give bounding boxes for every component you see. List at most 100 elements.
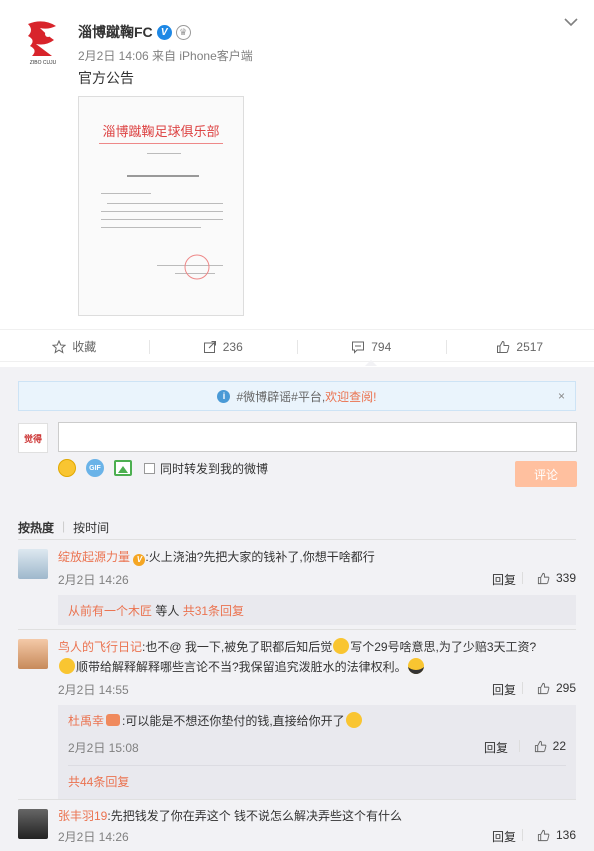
favorite-button[interactable]: 收藏 [0, 332, 149, 361]
tab-sort-time[interactable]: 按时间 [73, 519, 109, 536]
doc-text-line [127, 175, 199, 177]
comment-footer: 2月2日 14:26 回复 339 [58, 571, 576, 591]
comment-text: :先把钱发了你在弄这个 钱不说怎么解决弄些这个有什么 [107, 809, 403, 823]
comment-like-button[interactable]: 295 [521, 681, 576, 695]
comment-like-button[interactable]: 136 [521, 828, 576, 842]
doc-text-line [101, 227, 201, 228]
comment-like-count: 136 [555, 828, 576, 842]
comment-count: 794 [371, 339, 392, 354]
comment-body: 张丰羽19:先把钱发了你在弄这个 钱不说怎么解决弄些这个有什么 [58, 806, 576, 826]
commenter-name[interactable]: 张丰羽19 [58, 809, 107, 823]
author-name[interactable]: 淄博蹴鞠FC [78, 22, 153, 42]
commenter-avatar[interactable] [18, 809, 48, 839]
comment-text: 写个29号啥意思,为了少赔3天工资? [350, 640, 537, 654]
weibo-post: ZIBO CUJU 淄博蹴鞠FC V ♛ 2月2日 14:06 来自 iPhon… [0, 0, 594, 330]
composer-tools: GIF 同时转发到我的微博 [58, 459, 268, 477]
comment-input[interactable] [58, 422, 577, 452]
commenter-avatar[interactable] [18, 639, 48, 669]
comment-footer: 2月2日 14:55 回复 295 [58, 681, 576, 701]
thumbs-up-icon [497, 340, 510, 353]
comment-text: :火上浇油?先把大家的钱补了,你想干啥都行 [145, 550, 375, 564]
favorite-label: 收藏 [72, 340, 97, 354]
cool-emoji-icon [407, 658, 424, 674]
comment-like-count: 339 [555, 571, 576, 585]
notice-link[interactable]: 欢迎查阅! [325, 388, 376, 405]
post-action-bar: 收藏 236 794 2517 [0, 332, 594, 366]
reply-button[interactable]: 回复 [492, 828, 516, 845]
comment-like-count: 295 [555, 681, 576, 695]
comment-button[interactable]: 794 [297, 332, 446, 366]
comment-like-button[interactable]: 339 [521, 571, 576, 585]
sub-replies-box: 杜禹幸 :可以能是不想还你垫付的钱,直接给你开了 2月2日 15:08 回复 22… [58, 705, 576, 799]
checkbox-box[interactable] [144, 462, 155, 474]
image-icon[interactable] [114, 460, 132, 476]
sub-reply-user[interactable]: 从前有一个木匠 [68, 604, 152, 618]
repost-count: 236 [222, 339, 243, 354]
comment-panel: i #微博辟谣#平台, 欢迎查阅! × 觉得 GIF 同时转发到我的微博 评论 按… [0, 367, 594, 851]
verified-icon: V [156, 24, 172, 40]
repost-icon [203, 340, 216, 353]
shy-emoji-icon [59, 658, 75, 674]
like-button[interactable]: 2517 [445, 332, 594, 361]
sub-reply-user[interactable]: 杜禹幸 [68, 714, 104, 728]
thumbs-up-icon [537, 572, 550, 584]
comment-item: 张丰羽19:先把钱发了你在弄这个 钱不说怎么解决弄些这个有什么 2月2日 14:… [0, 803, 594, 851]
post-meta: 2月2日 14:06 来自 iPhone客户端 [78, 49, 253, 63]
gif-icon[interactable]: GIF [86, 459, 104, 477]
comment-text: :也不@ 我一下,被免了职都后知后觉 [142, 640, 333, 654]
sub-reply-text: :可以能是不想还你垫付的钱,直接给你开了 [122, 714, 345, 728]
sub-replies-summary[interactable]: 从前有一个木匠 等人 共31条回复 [58, 595, 576, 625]
thumbs-up-icon [534, 740, 546, 752]
sort-tabs: 按热度 | 按时间 [18, 519, 109, 536]
sub-reply-footer: 2月2日 15:08 回复 22 [68, 739, 566, 759]
sub-reply-like-button[interactable]: 22 [518, 739, 566, 753]
divider [68, 765, 566, 766]
post-image[interactable]: 淄博蹴鞠足球俱乐部 [78, 96, 244, 316]
star-icon [52, 339, 67, 354]
thumbs-up-icon [537, 829, 550, 841]
commenter-name[interactable]: 绽放起源力量 [58, 550, 130, 564]
reply-button[interactable]: 回复 [484, 739, 508, 756]
comment-body: 鸟人的飞行日记:也不@ 我一下,被免了职都后知后觉 写个29号啥意思,为了少赔3天… [58, 637, 576, 677]
comment-item: 鸟人的飞行日记:也不@ 我一下,被免了职都后知后觉 写个29号啥意思,为了少赔3天… [0, 633, 594, 801]
current-user-avatar[interactable]: 觉得 [18, 423, 48, 453]
reply-button[interactable]: 回复 [492, 681, 516, 698]
repost-button[interactable]: 236 [148, 332, 298, 361]
emoji-icon[interactable] [58, 459, 76, 477]
sync-repost-checkbox[interactable]: 同时转发到我的微博 [144, 460, 268, 477]
sort-divider: | [62, 519, 66, 533]
rumor-notice[interactable]: i #微博辟谣#平台, 欢迎查阅! × [18, 381, 576, 411]
comment-text: 顺带给解释解释哪些言论不当?我保留追究泼脏水的法律权利。 [76, 660, 407, 674]
comment-item: 绽放起源力量 V:火上浇油?先把大家的钱补了,你想干啥都行 2月2日 14:26… [0, 543, 594, 631]
doc-text-line [147, 153, 181, 154]
doc-rule [99, 143, 223, 144]
chevron-down-icon[interactable] [564, 14, 578, 32]
verified-icon: V [133, 554, 146, 566]
smile-emoji-icon [345, 712, 362, 728]
divider [521, 682, 523, 694]
post-text: 官方公告 [78, 70, 134, 86]
sync-repost-label: 同时转发到我的微博 [160, 461, 269, 476]
divider [518, 740, 520, 752]
notice-text: #微博辟谣#平台, [236, 389, 326, 404]
tab-sort-hot[interactable]: 按热度 [18, 519, 54, 536]
commenter-name[interactable]: 鸟人的飞行日记 [58, 640, 142, 654]
comment-body: 绽放起源力量 V:火上浇油?先把大家的钱补了,你想干啥都行 [58, 547, 576, 567]
crown-icon: ♛ [175, 24, 191, 40]
commenter-avatar[interactable] [18, 549, 48, 579]
close-icon[interactable]: × [558, 389, 565, 403]
sub-reply-like-count: 22 [552, 739, 566, 753]
comment-time: 2月2日 14:55 [58, 683, 129, 697]
divider [18, 799, 576, 800]
sub-reply-count[interactable]: 共31条回复 [183, 604, 244, 618]
doc-text-line [107, 203, 223, 204]
reply-button[interactable]: 回复 [492, 571, 516, 588]
club-logo-icon [28, 21, 56, 56]
submit-comment-button[interactable]: 评论 [515, 461, 577, 487]
author-avatar[interactable] [18, 16, 68, 66]
doc-text-line [101, 193, 151, 194]
like-count: 2517 [516, 339, 544, 354]
info-icon: i [217, 389, 231, 403]
view-all-replies-link[interactable]: 共44条回复 [68, 773, 129, 790]
comment-footer: 2月2日 14:26 回复 136 [58, 828, 576, 848]
